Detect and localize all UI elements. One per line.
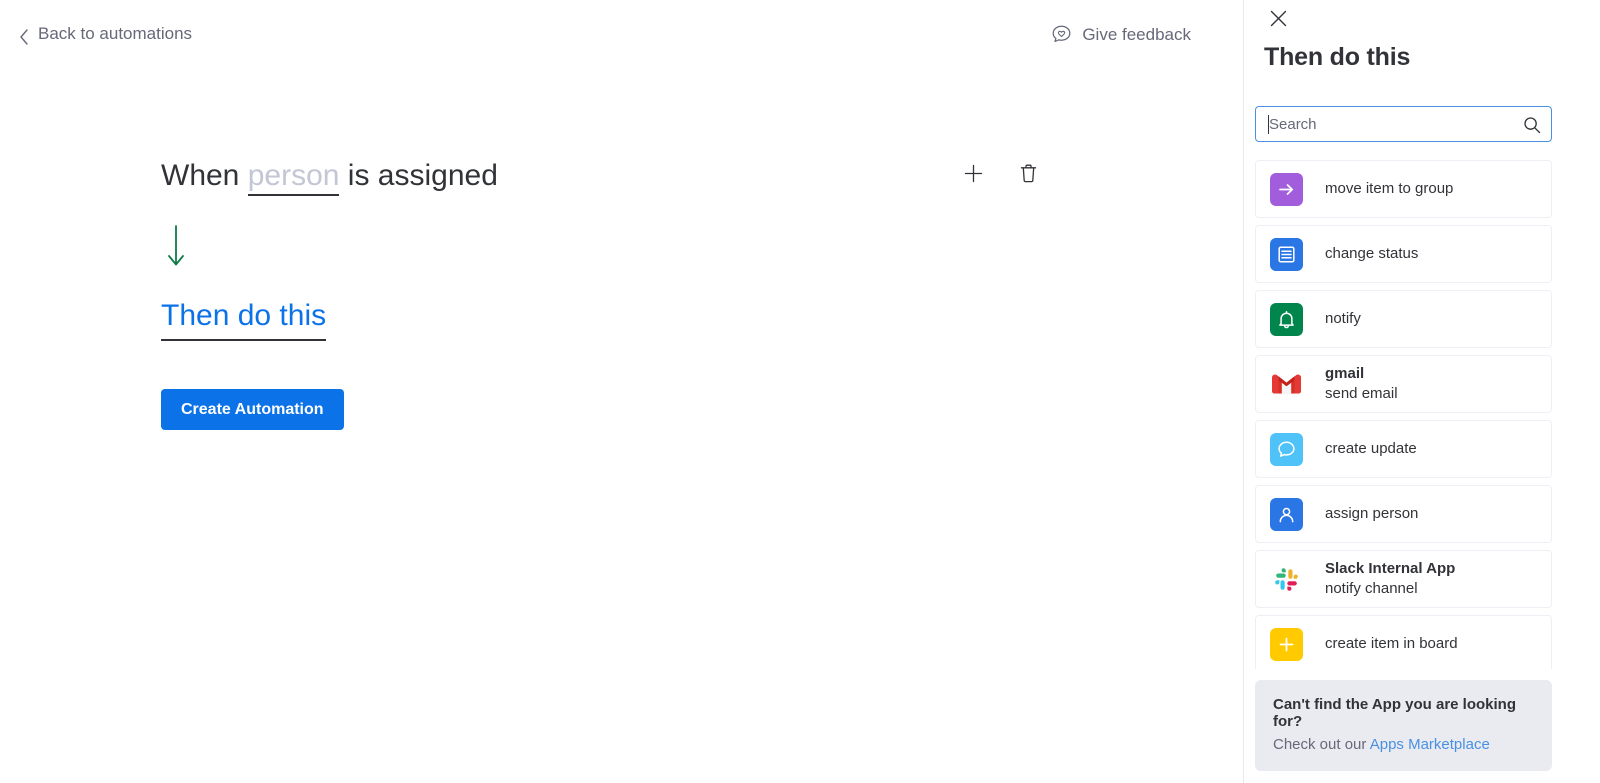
close-panel-button[interactable] (1266, 6, 1290, 30)
action-text: move item to group (1325, 179, 1453, 199)
speech-bubble-heart-icon (1051, 24, 1072, 45)
apps-marketplace-link[interactable]: Apps Marketplace (1370, 736, 1490, 753)
promo-text-prefix: Check out our (1273, 736, 1370, 753)
create-automation-button[interactable]: Create Automation (161, 389, 344, 430)
action-label: change status (1325, 245, 1419, 263)
action-text: Slack Internal App notify channel (1325, 559, 1455, 599)
panel-search (1255, 106, 1552, 142)
automation-builder-page: Back to automations Give feedback When p… (0, 0, 1600, 783)
action-card-notify[interactable]: notify (1255, 290, 1552, 348)
action-card-create-update[interactable]: create update (1255, 420, 1552, 478)
status-list-icon (1270, 237, 1303, 271)
delete-trigger-button[interactable] (1015, 160, 1041, 186)
action-card-assign-person[interactable]: assign person (1255, 485, 1552, 543)
search-box[interactable] (1255, 106, 1552, 142)
plus-icon (963, 163, 984, 184)
arrow-right-icon (1270, 172, 1303, 206)
trash-icon (1019, 163, 1038, 184)
slack-icon (1270, 563, 1303, 596)
action-text: assign person (1325, 504, 1418, 524)
trigger-person-token[interactable]: person (247, 159, 340, 196)
arrow-down-icon (163, 224, 189, 268)
chat-bubble-icon (1270, 432, 1303, 466)
action-label: notify channel (1325, 580, 1418, 597)
main-header: Back to automations Give feedback (0, 0, 1243, 74)
search-input[interactable] (1256, 107, 1551, 141)
back-link-label: Back to automations (38, 24, 193, 43)
apps-marketplace-promo: Can't find the App you are looking for? … (1255, 680, 1552, 771)
action-label: create update (1325, 440, 1417, 458)
promo-title: Can't find the App you are looking for? (1273, 696, 1517, 730)
panel-title: Then do this (1264, 43, 1411, 71)
action-list[interactable]: move item to group change status notify … (1255, 160, 1552, 669)
promo-text: Check out our Apps Marketplace (1273, 736, 1534, 753)
action-card-create-item-in-board[interactable]: create item in board (1255, 615, 1552, 669)
action-label: move item to group (1325, 180, 1454, 198)
action-card-change-status[interactable]: change status (1255, 225, 1552, 283)
flow-arrow (163, 224, 189, 268)
give-feedback-button[interactable]: Give feedback (1051, 24, 1191, 45)
action-text: notify (1325, 309, 1361, 329)
then-do-this-panel: Then do this Search move item to group c… (1243, 0, 1600, 783)
trigger-row-actions (960, 160, 1041, 186)
action-label: assign person (1325, 505, 1419, 523)
action-label: send email (1325, 385, 1398, 402)
action-text: change status (1325, 244, 1418, 264)
action-label: notify (1325, 310, 1361, 328)
action-card-slack-notify-channel[interactable]: Slack Internal App notify channel (1255, 550, 1552, 608)
action-label: create item in board (1325, 635, 1458, 653)
search-icon[interactable] (1523, 116, 1541, 134)
give-feedback-label: Give feedback (1082, 24, 1191, 44)
action-card-gmail-send-email[interactable]: gmail send email (1255, 355, 1552, 413)
then-do-this-placeholder[interactable]: Then do this (161, 296, 327, 341)
action-app-name: Slack Internal App (1325, 560, 1456, 578)
trigger-row: When person is assigned (161, 152, 1041, 200)
automation-recipe: When person is assigned Then do this Cre… (161, 152, 1061, 430)
main-content-area: Back to automations Give feedback When p… (0, 0, 1243, 783)
action-text: create item in board (1325, 634, 1458, 654)
action-text: gmail send email (1325, 364, 1398, 404)
bell-icon (1270, 302, 1303, 336)
person-icon (1270, 497, 1303, 531)
action-card-move-item-to-group[interactable]: move item to group (1255, 160, 1552, 218)
text-caret (1268, 115, 1269, 134)
action-app-name: gmail (1325, 365, 1365, 383)
trigger-suffix: is assigned (347, 159, 498, 192)
close-icon (1270, 10, 1287, 27)
action-text: create update (1325, 439, 1417, 459)
trigger-sentence: When person is assigned (161, 153, 498, 199)
trigger-prefix: When (161, 159, 240, 192)
chevron-left-icon (19, 28, 29, 45)
back-to-automations-link[interactable]: Back to automations (19, 24, 193, 45)
gmail-icon (1270, 368, 1303, 401)
add-condition-button[interactable] (960, 160, 986, 186)
plus-square-icon (1270, 627, 1303, 661)
